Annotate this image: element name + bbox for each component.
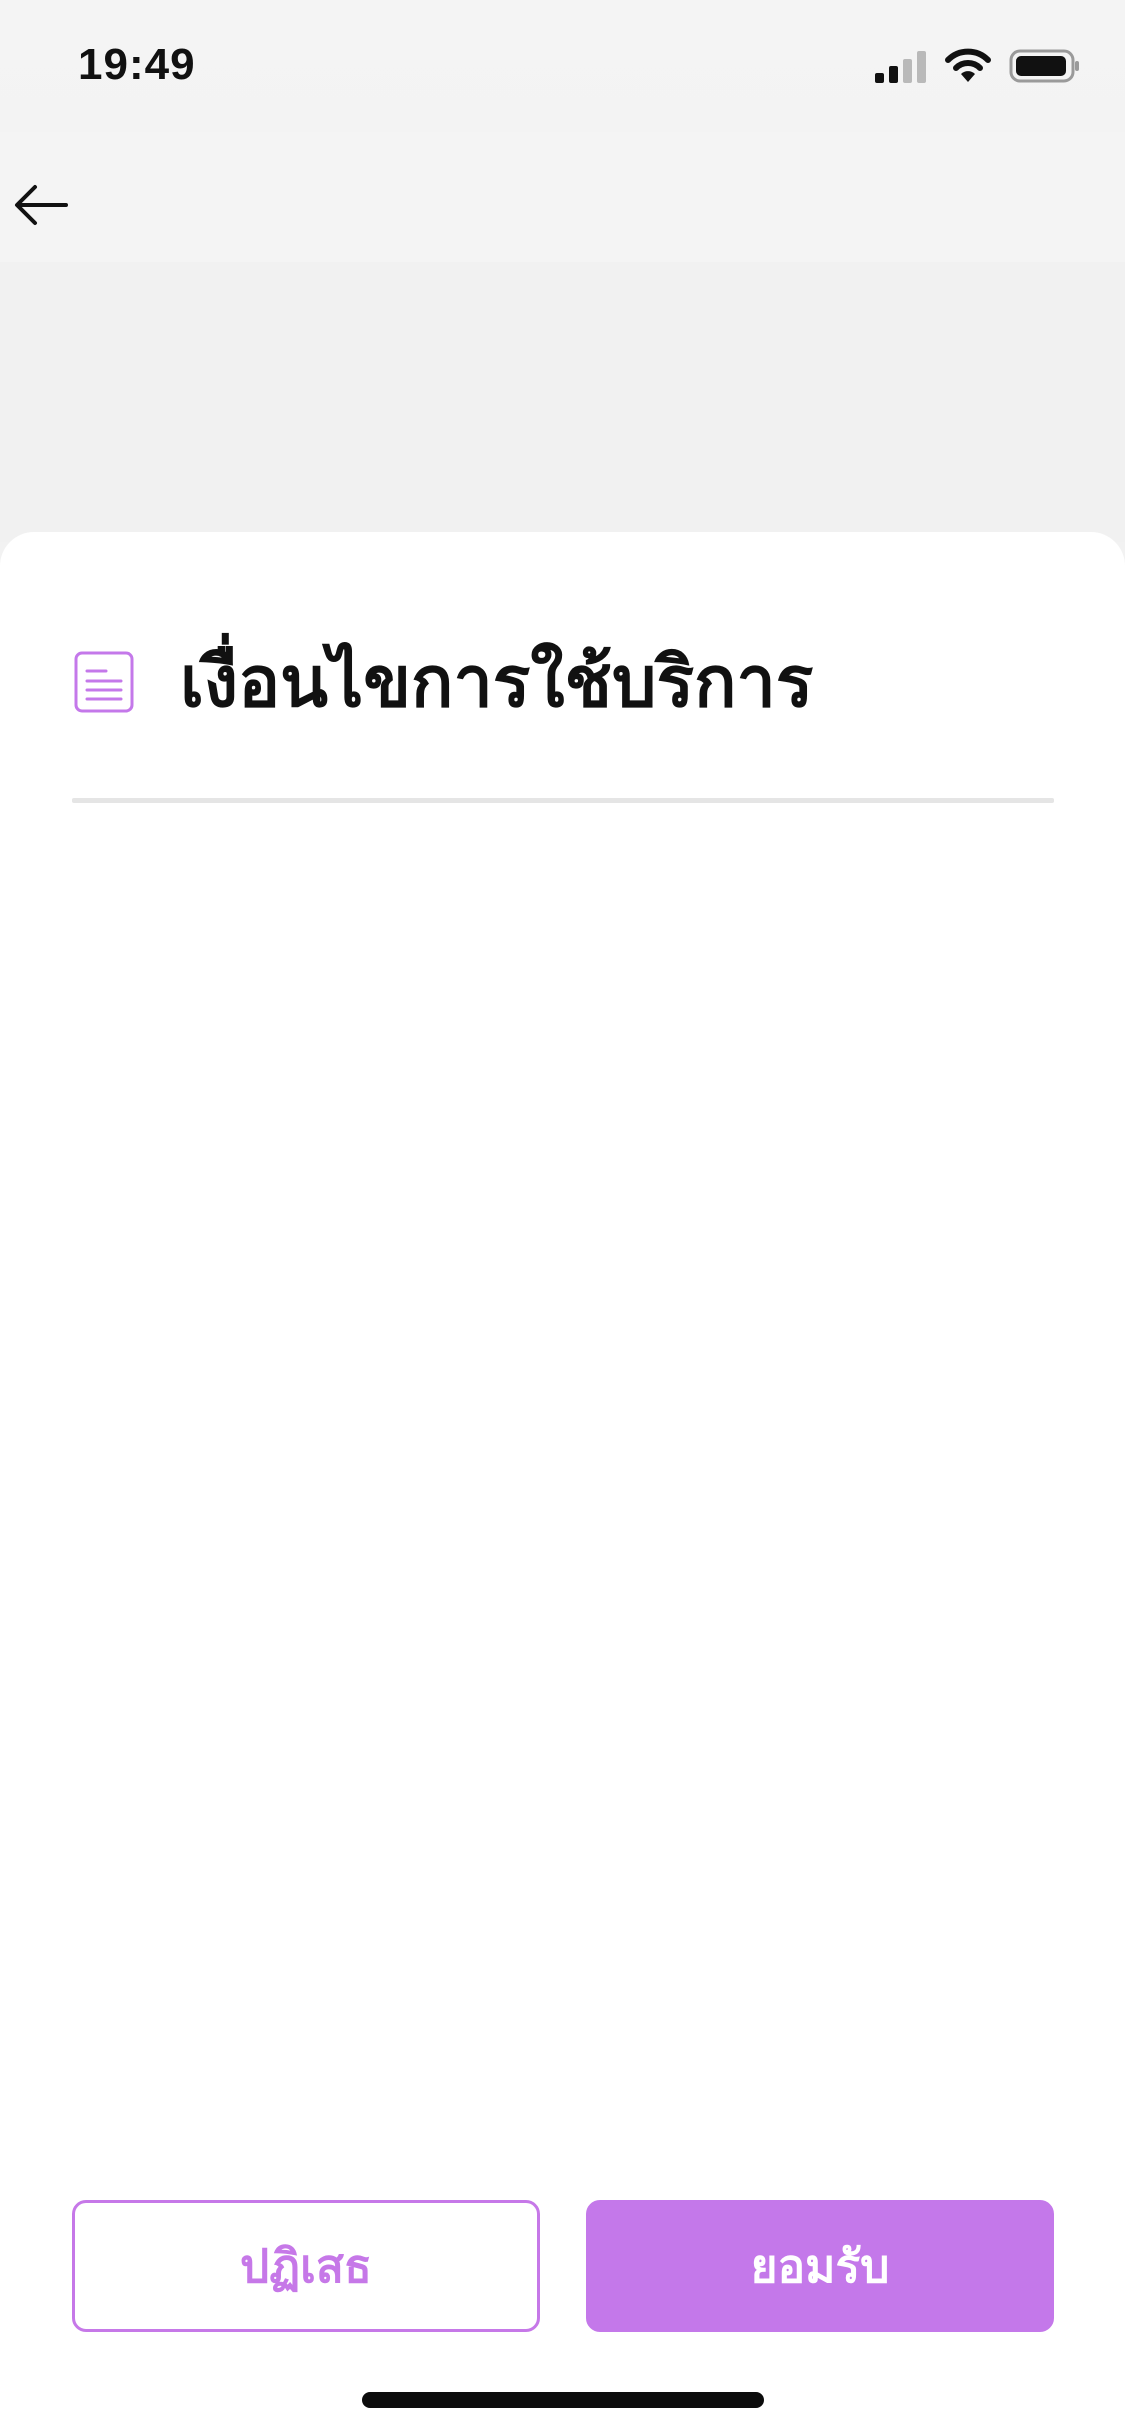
- sheet-title: เงื่อนไขการใช้บริการ: [180, 640, 814, 723]
- action-buttons: ปฏิเสธ ยอมรับ: [72, 2200, 1054, 2332]
- status-bar: 19:49: [0, 0, 1125, 132]
- battery-icon: [1009, 48, 1081, 88]
- decline-button[interactable]: ปฏิเสธ: [72, 2200, 540, 2332]
- arrow-left-icon: [13, 183, 69, 231]
- title-divider: [72, 798, 1054, 803]
- document-icon: [72, 650, 136, 714]
- terms-sheet: เงื่อนไขการใช้บริการ ปฏิเสธ ยอมรับ: [0, 532, 1125, 2436]
- accept-button[interactable]: ยอมรับ: [586, 2200, 1054, 2332]
- header-background: [0, 262, 1125, 542]
- home-indicator: [362, 2392, 764, 2408]
- terms-content[interactable]: [72, 822, 1054, 2122]
- back-button[interactable]: [6, 172, 76, 242]
- navigation-bar: [0, 132, 1125, 262]
- status-time: 19:49: [78, 40, 196, 89]
- status-icons: [873, 48, 1081, 88]
- sheet-header: เงื่อนไขการใช้บริการ: [72, 632, 1054, 732]
- cellular-signal-icon: [873, 49, 927, 87]
- wifi-icon: [945, 48, 991, 88]
